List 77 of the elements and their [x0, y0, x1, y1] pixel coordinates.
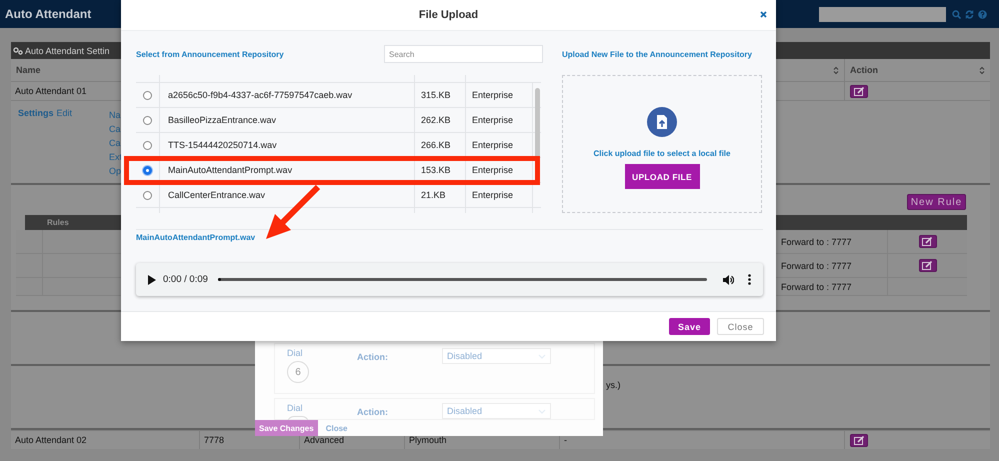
close-button[interactable] — [760, 11, 767, 18]
more-button[interactable] — [748, 274, 751, 285]
edit-icon — [922, 261, 933, 270]
play-icon — [148, 274, 156, 284]
field-label: Na — [109, 109, 122, 122]
section-heading: Select from Announcement Repository — [136, 50, 284, 58]
table-cell: BasilleoPizzaEntrance.wav — [160, 108, 415, 132]
edit-button[interactable] — [918, 259, 936, 272]
save-button[interactable]: Save — [669, 318, 710, 335]
edit-button[interactable] — [850, 84, 868, 98]
radio-button[interactable] — [143, 90, 152, 100]
table-cell: 262.KB — [415, 108, 466, 132]
time-display: 0:00 / 0:09 — [163, 274, 208, 285]
dial-key: 6 — [287, 361, 309, 383]
dial-label: Dial — [287, 348, 304, 358]
section-heading: Upload New File to the Announcement Repository — [562, 48, 753, 61]
note-text: ys.) — [606, 380, 620, 390]
close-button[interactable]: Close — [717, 318, 764, 335]
search-field[interactable]: Search — [384, 45, 543, 63]
table-cell: a2656c50-f9b4-4337-ac6f-77597547caeb.wav — [160, 83, 415, 107]
radio-button[interactable] — [143, 116, 152, 124]
chevron-icon — [538, 354, 546, 358]
action-label: Action: — [357, 407, 389, 417]
column-label: Rules — [47, 218, 69, 227]
field-label: Op — [109, 165, 122, 178]
file-upload-icon — [647, 107, 677, 137]
table-cell: TTS-15444420250714.wav — [160, 133, 415, 157]
edit-icon — [854, 436, 864, 444]
field-label: Ca — [109, 137, 122, 150]
settings-link[interactable]: Settings — [18, 108, 54, 118]
radio-button[interactable] — [143, 190, 152, 200]
action-select[interactable]: Disabled — [442, 348, 551, 364]
column-label: Name — [16, 65, 41, 75]
action-label: Action: — [357, 352, 389, 362]
help-icon — [978, 10, 987, 18]
panel-title: Auto Attendant Settin — [25, 46, 110, 56]
new-rule-button[interactable]: New Rule — [907, 194, 966, 210]
search-icon — [952, 10, 961, 18]
play-button[interactable] — [148, 274, 156, 284]
table-cell: 315.KB — [415, 83, 466, 107]
chevron-icon — [538, 408, 546, 414]
table-cell: 266.KB — [415, 133, 466, 157]
volume-icon — [723, 274, 734, 284]
edit-icon — [854, 86, 864, 96]
table-cell: Enterprise — [466, 183, 533, 207]
table-cell: Enterprise — [466, 83, 533, 107]
radio-button[interactable] — [143, 166, 152, 174]
table-cell: Auto Attendant 02 — [11, 431, 200, 449]
dialog-title: File Upload — [418, 9, 478, 21]
save-changes-button[interactable]: Save Changes — [255, 420, 318, 436]
radio-button[interactable] — [143, 140, 152, 150]
column-header[interactable]: Action — [845, 59, 990, 81]
sort-icon — [979, 66, 985, 74]
search-field[interactable] — [819, 6, 946, 22]
upload-file-button[interactable]: UPLOAD FILE — [624, 164, 700, 189]
column-label: Action — [850, 65, 878, 75]
edit-button[interactable] — [850, 434, 868, 446]
volume-button[interactable] — [723, 274, 734, 284]
refresh-icon — [965, 10, 974, 18]
dial-label: Dial — [287, 403, 304, 413]
field-label: Ca — [109, 123, 122, 136]
field-label: Ext — [109, 151, 122, 164]
selected-file-link[interactable]: MainAutoAttendantPrompt.wav — [136, 231, 256, 245]
table-cell: CallCenterEntrance.wav — [160, 183, 415, 207]
more-icon — [748, 274, 751, 285]
app-title: Auto Attendant — [5, 7, 92, 21]
table-cell: Enterprise — [466, 108, 533, 132]
upload-hint: Click upload file to select a local file — [594, 149, 730, 158]
action-select[interactable]: Disabled — [442, 403, 551, 419]
table-cell: 21.KB — [415, 183, 466, 207]
table-cell: Enterprise — [466, 133, 533, 157]
gear-icon — [13, 46, 23, 54]
close-icon — [760, 11, 767, 18]
edit-icon — [922, 237, 933, 246]
sort-icon — [833, 66, 839, 74]
edit-button[interactable] — [918, 235, 936, 248]
edit-link[interactable]: Edit — [56, 108, 72, 118]
